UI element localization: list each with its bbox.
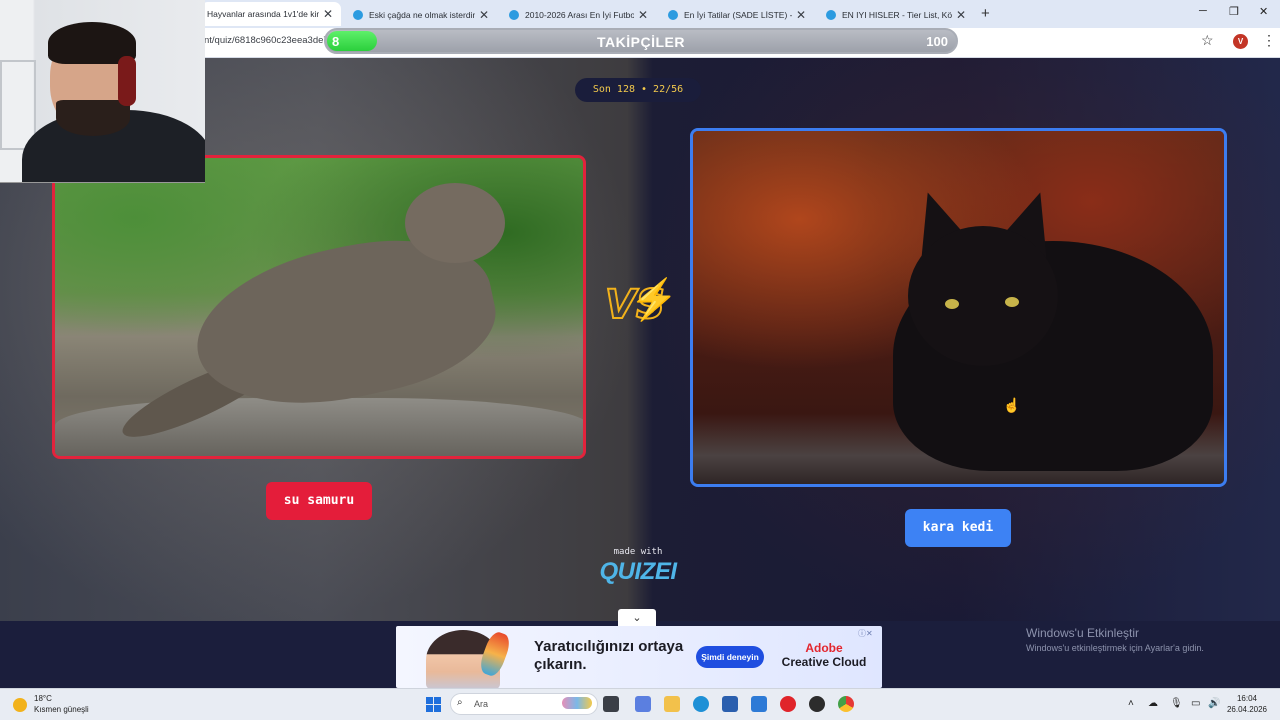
chevron-down-icon[interactable]: ⌄ <box>618 609 656 627</box>
windows-activation-watermark: Windows'u Etkinleştir Windows'u etkinleş… <box>1026 626 1204 653</box>
headset-icon <box>118 56 136 106</box>
close-icon[interactable]: ✕ <box>638 8 648 22</box>
weather-sun-icon[interactable] <box>13 698 27 712</box>
opera-icon[interactable] <box>780 696 796 712</box>
cat-head <box>908 226 1058 366</box>
file-explorer-icon[interactable] <box>664 696 680 712</box>
left-choice-button[interactable]: su samuru <box>266 482 372 520</box>
microphone-icon[interactable]: 🎙 <box>1170 698 1183 709</box>
streamer-beard <box>56 100 130 136</box>
right-choice-image[interactable] <box>690 128 1227 487</box>
system-clock[interactable]: 16:04 26.04.2026 <box>1225 693 1269 715</box>
chrome-icon[interactable] <box>838 696 854 712</box>
round-indicator: Son 128 • 22/56 <box>575 78 701 102</box>
search-highlight-icon[interactable] <box>562 697 592 709</box>
tab-1[interactable]: Hayvanlar arasında 1v1'de kim ✕ <box>201 2 341 26</box>
tab-2[interactable]: Eski çağda ne olmak isterdin ? ✕ <box>345 4 497 26</box>
hand-cursor-icon: ☝ <box>1003 397 1021 413</box>
chevron-up-icon[interactable]: ˄ <box>1128 698 1134 709</box>
weather-description[interactable]: Kısmen güneşli <box>34 705 89 714</box>
close-icon[interactable]: ✕ <box>323 7 333 21</box>
lightning-icon: ⚡ <box>629 278 679 322</box>
weather-temperature[interactable]: 18°C <box>34 694 52 703</box>
display-icon[interactable]: ▭ <box>1191 698 1200 709</box>
tab-3[interactable]: 2010-2026 Arası En İyi Futbolcu ✕ <box>501 4 656 26</box>
follower-max: 100 <box>926 34 948 49</box>
search-icon: ⌕ <box>457 697 463 708</box>
tab-title: Eski çağda ne olmak isterdin ? <box>369 10 475 20</box>
close-icon[interactable]: ✕ <box>956 8 966 22</box>
tab-title: Hayvanlar arasında 1v1'de kim <box>207 9 319 19</box>
close-icon[interactable]: ✕ <box>796 8 806 22</box>
tab-5[interactable]: EN IYI HISLER - Tier List, Kör Sı ✕ <box>818 4 974 26</box>
globe-icon <box>509 10 519 20</box>
ad-brand-line1: Adobe <box>805 641 843 655</box>
clock-time: 16:04 <box>1236 694 1258 703</box>
ad-brand-line2: Creative Cloud <box>781 655 867 669</box>
activation-title: Windows'u Etkinleştir <box>1026 626 1139 640</box>
windows-start-icon[interactable] <box>426 697 441 712</box>
bookmark-star-icon[interactable]: ☆ <box>1201 32 1214 49</box>
screen: Son 128 • 22/56 VS ⚡ su samuru kara kedi… <box>0 0 1280 720</box>
webcam-overlay <box>0 0 205 183</box>
edge-icon[interactable] <box>693 696 709 712</box>
tab-title: EN IYI HISLER - Tier List, Kör Sı <box>842 10 952 20</box>
activation-subtitle: Windows'u etkinleştirmek için Ayarlar'a … <box>1026 643 1204 653</box>
left-choice-image[interactable] <box>52 155 586 459</box>
cat-eye-left <box>945 299 959 309</box>
network-icon[interactable]: ☁ <box>1148 698 1158 709</box>
tab-title: En İyi Tatilar (SADE LİSTE) - Tier <box>684 10 792 20</box>
address-bar[interactable]: nt/quiz/6818c960c23eea3de7 <box>204 35 329 46</box>
maximize-button[interactable]: ❐ <box>1229 5 1239 18</box>
store-icon[interactable] <box>722 696 738 712</box>
minimize-button[interactable]: ─ <box>1199 5 1207 17</box>
menu-kebab-icon[interactable]: ⋮ <box>1262 32 1276 49</box>
globe-icon <box>826 10 836 20</box>
otter-head <box>405 183 505 263</box>
widgets-icon[interactable] <box>635 696 651 712</box>
black-cat-photo <box>693 131 1224 484</box>
task-view-icon[interactable] <box>603 696 619 712</box>
globe-icon <box>353 10 363 20</box>
vs-logo: VS ⚡ <box>604 276 679 336</box>
ad-headline: Yaratıcılığınızı ortaya çıkarın. <box>534 638 684 673</box>
volume-icon[interactable]: 🔊 <box>1208 698 1220 709</box>
ad-close-icon[interactable]: ⓘ✕ <box>858 628 873 639</box>
close-window-button[interactable]: ✕ <box>1259 5 1268 18</box>
profile-avatar[interactable]: V <box>1233 34 1248 49</box>
taskbar-search-placeholder: Ara <box>474 699 489 709</box>
clock-date: 26.04.2026 <box>1226 705 1268 714</box>
tab-4[interactable]: En İyi Tatilar (SADE LİSTE) - Tier ✕ <box>660 4 814 26</box>
otter-photo <box>55 158 583 456</box>
cat-eye-right <box>1005 297 1019 307</box>
close-icon[interactable]: ✕ <box>479 8 489 22</box>
ad-banner[interactable]: Yaratıcılığınızı ortaya çıkarın. Şimdi d… <box>396 626 882 688</box>
ad-brand: Adobe Creative Cloud <box>776 641 872 669</box>
mail-icon[interactable] <box>751 696 767 712</box>
right-choice-button[interactable]: kara kedi <box>905 509 1011 547</box>
tab-title: 2010-2026 Arası En İyi Futbolcu <box>525 10 634 20</box>
ad-cta-button[interactable]: Şimdi deneyin <box>696 646 764 668</box>
made-with-label: made with <box>613 547 663 557</box>
follower-progress-bar: 8 TAKİPÇİLER 100 <box>324 28 958 54</box>
globe-icon <box>668 10 678 20</box>
quizei-logo[interactable]: QUIZEI <box>596 558 680 586</box>
new-tab-button[interactable]: + <box>981 5 990 22</box>
media-app-icon[interactable] <box>809 696 825 712</box>
follower-title: TAKİPÇİLER <box>597 34 685 50</box>
